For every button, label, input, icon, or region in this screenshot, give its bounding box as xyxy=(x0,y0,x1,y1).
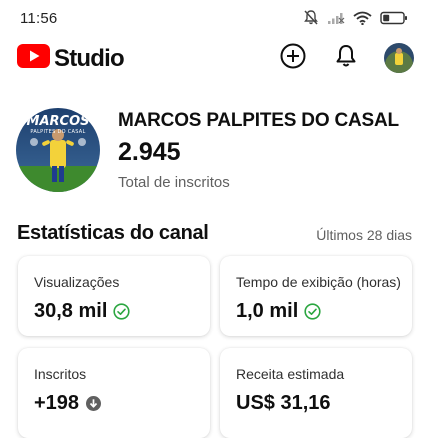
avatar-subcaption: PALPITES DO CASAL xyxy=(30,129,86,135)
stat-card-value: 1,0 mil xyxy=(236,300,299,322)
stat-card-value: US$ 31,16 xyxy=(236,392,331,414)
signal-icon xyxy=(327,11,345,25)
stat-card-value: +198 xyxy=(34,392,80,414)
create-button[interactable] xyxy=(277,42,309,74)
stat-card-views[interactable]: Visualizações 30,8 mil xyxy=(18,256,210,336)
avatar-image xyxy=(384,43,414,73)
status-icons xyxy=(303,9,408,26)
youtube-play-icon xyxy=(17,44,50,73)
stat-card-value-row: 30,8 mil xyxy=(34,300,130,323)
channel-summary: MARCOS PALPITES DO CASAL MARCOS PALPITES… xyxy=(0,100,430,200)
notifications-button[interactable] xyxy=(330,42,362,74)
stat-card-subscribers[interactable]: Inscritos +198 xyxy=(18,348,210,438)
avatar-caption: MARCOS xyxy=(26,114,90,129)
account-avatar[interactable] xyxy=(384,43,414,73)
battery-icon xyxy=(380,11,408,25)
stat-card-label: Inscritos xyxy=(34,366,87,382)
channel-avatar[interactable]: MARCOS PALPITES DO CASAL xyxy=(16,108,100,192)
stat-card-value-row: +198 xyxy=(34,392,102,415)
channel-name: MARCOS PALPITES DO CASAL xyxy=(118,110,399,131)
stat-card-value-row: 1,0 mil xyxy=(236,300,321,323)
stat-card-label: Visualizações xyxy=(34,274,120,290)
stats-period: Últimos 28 dias xyxy=(316,227,412,243)
stat-card-estimated-revenue[interactable]: Receita estimada US$ 31,16 xyxy=(220,348,412,438)
check-circle-icon xyxy=(113,303,130,320)
create-icon xyxy=(279,42,307,75)
check-circle-icon xyxy=(304,303,321,320)
status-bar: 11:56 xyxy=(0,0,430,36)
logo-text: Studio xyxy=(54,44,125,72)
arrow-down-circle-icon xyxy=(85,395,102,412)
stat-card-value: 30,8 mil xyxy=(34,300,108,322)
wifi-icon xyxy=(353,11,372,25)
youtube-studio-logo[interactable]: Studio xyxy=(17,44,125,73)
stat-card-watch-time[interactable]: Tempo de exibição (horas) 1,0 mil xyxy=(220,256,412,336)
subscriber-count: 2.945 xyxy=(118,138,181,166)
stat-card-label: Receita estimada xyxy=(236,366,345,382)
app-header: Studio xyxy=(0,40,430,80)
stats-section-title: Estatísticas do canal xyxy=(17,222,209,244)
bell-icon xyxy=(334,43,358,74)
subscriber-count-label: Total de inscritos xyxy=(118,174,230,191)
stat-card-value-row: US$ 31,16 xyxy=(236,392,331,415)
status-time: 11:56 xyxy=(20,10,58,27)
stat-card-label: Tempo de exibição (horas) xyxy=(236,274,401,290)
bell-off-icon xyxy=(303,9,319,26)
